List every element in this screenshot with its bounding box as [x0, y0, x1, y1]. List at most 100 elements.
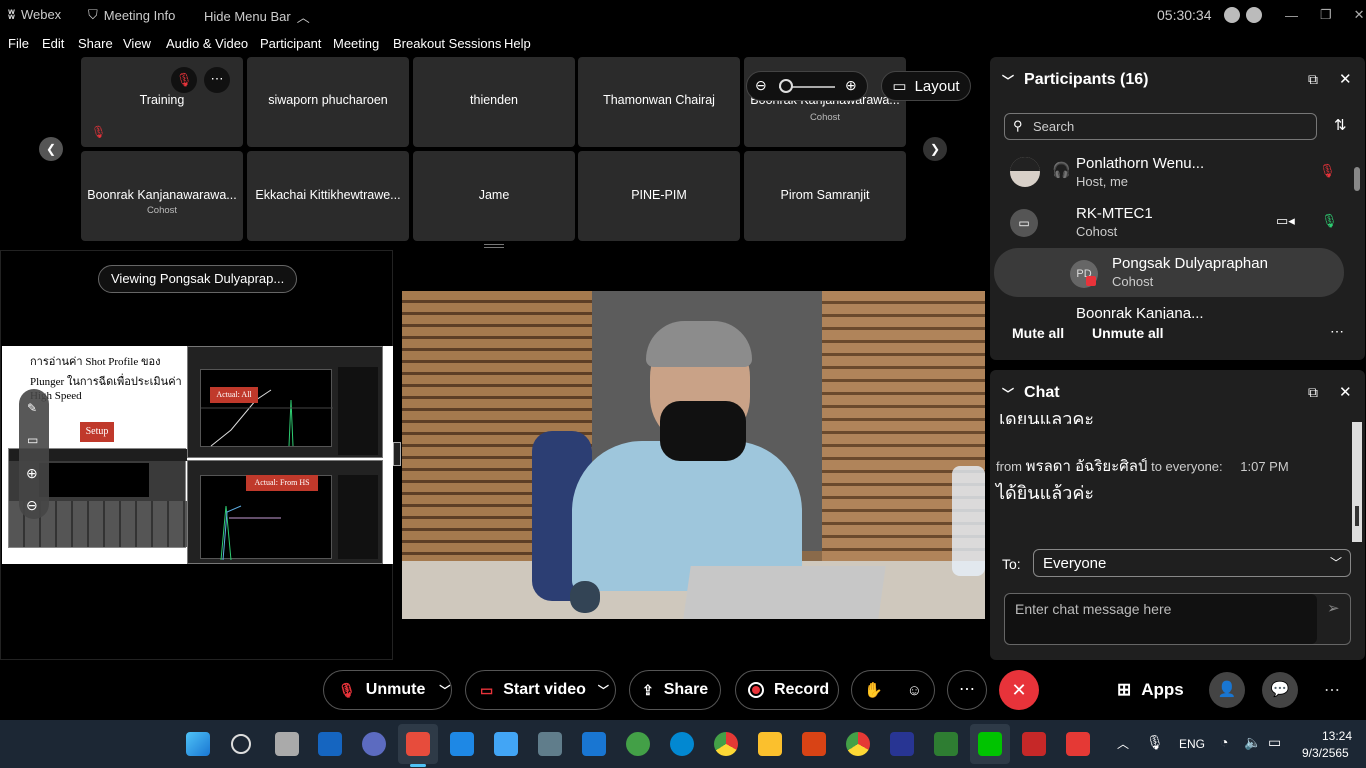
minimize-icon[interactable]: — [1285, 8, 1298, 23]
apps-button[interactable]: ⊞ Apps [1117, 680, 1184, 700]
menu-meeting[interactable]: Meeting [333, 36, 379, 51]
unmute-button[interactable]: 🎙 Unmute ﹀ [323, 670, 452, 710]
chat-input[interactable]: Enter chat message here ➢ [1004, 593, 1351, 645]
send-icon[interactable]: ➢ [1327, 599, 1340, 617]
video-tile[interactable]: PINE-PIM [578, 151, 740, 241]
reactions-icon[interactable]: ☺ [907, 682, 922, 699]
video-tile[interactable]: Pirom Samranjit [744, 151, 906, 241]
participants-toggle-button[interactable]: 👤 [1209, 672, 1245, 708]
close-window-icon[interactable]: ✕ [1354, 7, 1365, 23]
search-input[interactable]: Search [1033, 119, 1074, 134]
edge-icon[interactable] [670, 732, 694, 756]
menu-file[interactable]: File [8, 36, 29, 51]
file-explorer-icon[interactable] [758, 732, 782, 756]
zoom-slider-handle[interactable] [779, 79, 793, 93]
video-tile[interactable]: Thamonwan Chairaj [578, 57, 740, 147]
mic-on-icon[interactable]: 🎙 [1321, 213, 1338, 229]
participant-search[interactable]: ⚲ Search [1004, 113, 1317, 140]
language-indicator[interactable]: ENG [1179, 737, 1205, 751]
video-tile[interactable]: Jame [413, 151, 575, 241]
volume-icon[interactable]: 🔈 [1244, 734, 1261, 751]
meeting-info-button[interactable]: ⛉ Meeting Info [88, 7, 175, 23]
video-tile[interactable]: Boonrak Kanjanawarawa... Cohost [81, 151, 243, 241]
taskbar-time[interactable]: 13:24 [1322, 729, 1352, 743]
powerpoint-icon[interactable] [802, 732, 826, 756]
taskbar-date[interactable]: 9/3/2565 [1302, 746, 1349, 760]
leave-meeting-button[interactable]: ✕ [999, 670, 1039, 710]
zoom-in-share-icon[interactable]: ⊕ [26, 465, 38, 482]
battery-icon[interactable]: ▭ [1268, 734, 1281, 751]
participant-row[interactable]: Boonrak Kanjana... [994, 301, 1344, 319]
participant-row-selected[interactable]: PD Pongsak Dulyapraphan Cohost [994, 248, 1344, 297]
participant-row[interactable]: 🎧 Ponlathorn Wenu... Host, me 🎙 [994, 149, 1344, 197]
chrome-profile-icon[interactable] [846, 732, 870, 756]
widgets-icon[interactable] [318, 732, 342, 756]
screen-control-icon[interactable]: ▭ [27, 433, 38, 447]
more-options-icon[interactable]: ⋯ [947, 670, 987, 710]
video-tile[interactable]: thienden [413, 57, 575, 147]
notepad-icon[interactable] [450, 732, 474, 756]
chat-recipient-select[interactable]: Everyone ﹀ [1033, 549, 1351, 577]
video-tile[interactable]: siwaporn phucharoen [247, 57, 409, 147]
mute-all-button[interactable]: Mute all [1012, 325, 1064, 341]
calendar-icon[interactable] [582, 732, 606, 756]
hide-menu-bar-button[interactable]: Hide Menu Bar ︿ [204, 7, 310, 26]
teams-chat-icon[interactable] [362, 732, 386, 756]
maps-icon[interactable] [626, 732, 650, 756]
webex-meetings-icon[interactable] [890, 732, 914, 756]
popout-icon[interactable]: ⧉ [1308, 71, 1318, 88]
acrobat-icon[interactable] [1022, 732, 1046, 756]
microphone-tray-icon[interactable]: 🎙 [1146, 734, 1164, 751]
chevron-down-icon[interactable]: ﹀ [439, 682, 450, 698]
unmute-all-button[interactable]: Unmute all [1092, 325, 1164, 341]
mic-off-icon[interactable]: 🎙 [1319, 163, 1336, 179]
maximize-icon[interactable]: ❐ [1320, 7, 1332, 23]
chevron-up-icon[interactable]: ︿ [1117, 735, 1129, 752]
menu-audio-video[interactable]: Audio & Video [166, 36, 248, 51]
menu-help[interactable]: Help [504, 36, 531, 51]
record-button[interactable]: Record [735, 670, 839, 710]
more-options-icon[interactable]: ⋯ [204, 67, 230, 93]
menu-breakout-sessions[interactable]: Breakout Sessions [393, 36, 501, 51]
zoom-out-share-icon[interactable]: ⊖ [26, 497, 38, 514]
search-icon[interactable] [231, 734, 251, 754]
mail-icon[interactable] [494, 732, 518, 756]
menu-edit[interactable]: Edit [42, 36, 64, 51]
chrome-icon[interactable] [714, 732, 738, 756]
participants-scrollbar[interactable] [1352, 149, 1362, 319]
more-panels-icon[interactable]: ⋯ [1324, 680, 1340, 700]
wifi-icon[interactable]: ◔ [1220, 734, 1228, 750]
zoom-out-icon[interactable]: ⊖ [755, 77, 767, 94]
windows-start-icon[interactable] [186, 732, 210, 756]
popout-icon[interactable]: ⧉ [1308, 384, 1318, 401]
chat-scrollbar[interactable] [1352, 422, 1362, 542]
split-resize-handle[interactable] [393, 442, 401, 466]
menu-view[interactable]: View [123, 36, 151, 51]
webex-app-icon[interactable] [406, 732, 430, 756]
excel-icon[interactable] [934, 732, 958, 756]
chat-header[interactable]: ﹀ Chat [1002, 384, 1060, 402]
chat-toggle-button[interactable]: 💬 [1262, 672, 1298, 708]
zoom-in-icon[interactable]: ⊕ [845, 77, 857, 94]
task-view-icon[interactable] [275, 732, 299, 756]
chevron-down-icon[interactable]: ﹀ [598, 682, 609, 698]
line-app-icon[interactable] [978, 732, 1002, 756]
prev-page-button[interactable]: ❮ [39, 137, 63, 161]
participant-row[interactable]: ▭ RK-MTEC1 Cohost ▭◂ 🎙 [994, 199, 1344, 247]
sort-icon[interactable]: ⇅ [1334, 116, 1347, 134]
share-button[interactable]: ⇪ Share [629, 670, 721, 710]
menu-participant[interactable]: Participant [260, 36, 321, 51]
raise-hand-icon[interactable]: ✋ [864, 681, 883, 699]
calculator-icon[interactable] [538, 732, 562, 756]
close-icon[interactable]: ✕ [1339, 70, 1352, 88]
mic-off-icon[interactable]: 🎙 [171, 67, 197, 93]
more-options-icon[interactable]: ⋯ [1330, 323, 1344, 340]
annotate-pen-icon[interactable]: ✎ [27, 401, 37, 415]
layout-button[interactable]: ▭ Layout [881, 71, 971, 101]
menu-share[interactable]: Share [78, 36, 113, 51]
video-tile[interactable]: Training 🎙 ⋯ 🎙 [81, 57, 243, 147]
next-page-button[interactable]: ❯ [923, 137, 947, 161]
start-video-button[interactable]: ▭ Start video ﹀ [465, 670, 616, 710]
participants-header[interactable]: ﹀ Participants (16) [1002, 71, 1149, 89]
video-camera-icon[interactable]: ▭◂ [1276, 213, 1295, 229]
